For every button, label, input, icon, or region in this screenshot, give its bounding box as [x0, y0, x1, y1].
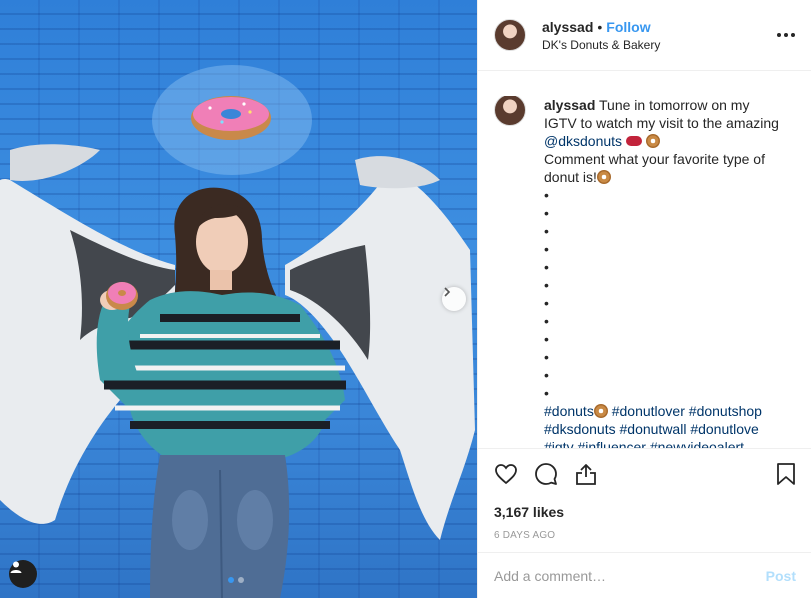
- caption-bullet: •: [544, 241, 549, 257]
- post-comment-button[interactable]: Post: [766, 568, 796, 584]
- hashtag-link[interactable]: #influencer: [577, 439, 646, 448]
- caption-bullet: •: [544, 259, 549, 275]
- caption-bullet: •: [544, 385, 549, 401]
- comments-section[interactable]: alyssad Tune in tomorrow on my IGTV to w…: [494, 96, 794, 448]
- caption-bullet: •: [544, 331, 549, 347]
- likes-count[interactable]: 3,167 likes: [494, 503, 796, 521]
- like-button[interactable]: [494, 459, 534, 489]
- hashtag-link[interactable]: #donutlover: [612, 403, 685, 419]
- mural-illustration: [0, 65, 475, 598]
- share-button[interactable]: [574, 459, 614, 489]
- user-tag-icon: [10, 561, 22, 573]
- header-separator: •: [597, 18, 603, 35]
- post-photo[interactable]: [0, 0, 477, 598]
- caption-bullet: •: [544, 349, 549, 365]
- caption-comment: alyssad Tune in tomorrow on my IGTV to w…: [494, 96, 794, 448]
- header-username[interactable]: alyssad: [542, 19, 593, 35]
- share-icon: [576, 464, 596, 485]
- post-actions: 3,167 likes 6 DAYS AGO: [478, 448, 811, 552]
- bookmark-button[interactable]: [772, 459, 796, 489]
- action-bar: [494, 459, 796, 489]
- carousel-dot: [228, 577, 234, 583]
- carousel-indicator: [228, 577, 244, 583]
- heart-icon: [495, 464, 517, 485]
- hashtag-link[interactable]: #newvideoalert: [650, 439, 744, 448]
- avatar[interactable]: [494, 19, 526, 51]
- more-options-button[interactable]: [777, 27, 795, 43]
- more-options-icon: [791, 33, 795, 37]
- follow-button[interactable]: Follow: [606, 19, 650, 35]
- donut-emoji-icon: [596, 170, 611, 184]
- carousel-dot: [238, 577, 244, 583]
- caption-bullet: •: [544, 295, 549, 311]
- comment-input[interactable]: [494, 567, 766, 584]
- hashtag-link[interactable]: #donutwall: [620, 421, 687, 437]
- carousel-next-button[interactable]: [442, 287, 466, 311]
- halo-donut: [191, 96, 271, 140]
- caption-text: alyssad Tune in tomorrow on my IGTV to w…: [544, 96, 784, 448]
- user-tag-button[interactable]: [9, 560, 37, 588]
- hashtag-link[interactable]: #donutshop: [689, 403, 762, 419]
- hashtag-link[interactable]: #dksdonuts: [544, 421, 616, 437]
- caption-bullet: •: [544, 187, 549, 203]
- caption-bullet: •: [544, 277, 549, 293]
- speech-bubble-emoji-icon: [625, 136, 642, 146]
- caption-line: Comment what your favorite type of donut…: [544, 151, 765, 185]
- caption-bullet: •: [544, 223, 549, 239]
- held-donut: [106, 282, 138, 310]
- post-header: alyssad • Follow DK's Donuts & Bakery: [478, 0, 811, 71]
- more-options-icon: [784, 33, 788, 37]
- post-side-panel: alyssad • Follow DK's Donuts & Bakery alys…: [477, 0, 811, 598]
- caption-bullet: •: [544, 367, 549, 383]
- chevron-right-icon: [444, 287, 451, 297]
- hashtag-link[interactable]: #donutlove: [690, 421, 759, 437]
- post-timestamp[interactable]: 6 DAYS AGO: [494, 529, 796, 543]
- add-comment-form: Post: [478, 552, 811, 598]
- caption-bullet: •: [544, 313, 549, 329]
- more-options-icon: [777, 33, 781, 37]
- avatar[interactable]: [494, 96, 526, 126]
- mention-link[interactable]: @dksdonuts: [544, 133, 622, 149]
- bookmark-icon: [777, 463, 795, 485]
- caption-username[interactable]: alyssad: [544, 97, 595, 113]
- hashtag-link[interactable]: #igtv: [544, 439, 574, 448]
- location-link[interactable]: DK's Donuts & Bakery: [542, 37, 660, 53]
- donut-emoji-icon: [645, 134, 660, 148]
- donut-emoji-icon: [593, 404, 608, 418]
- caption-bullet: •: [544, 205, 549, 221]
- hashtag-link[interactable]: #donuts: [544, 403, 594, 419]
- comment-icon: [535, 463, 557, 485]
- comment-button[interactable]: [534, 459, 574, 489]
